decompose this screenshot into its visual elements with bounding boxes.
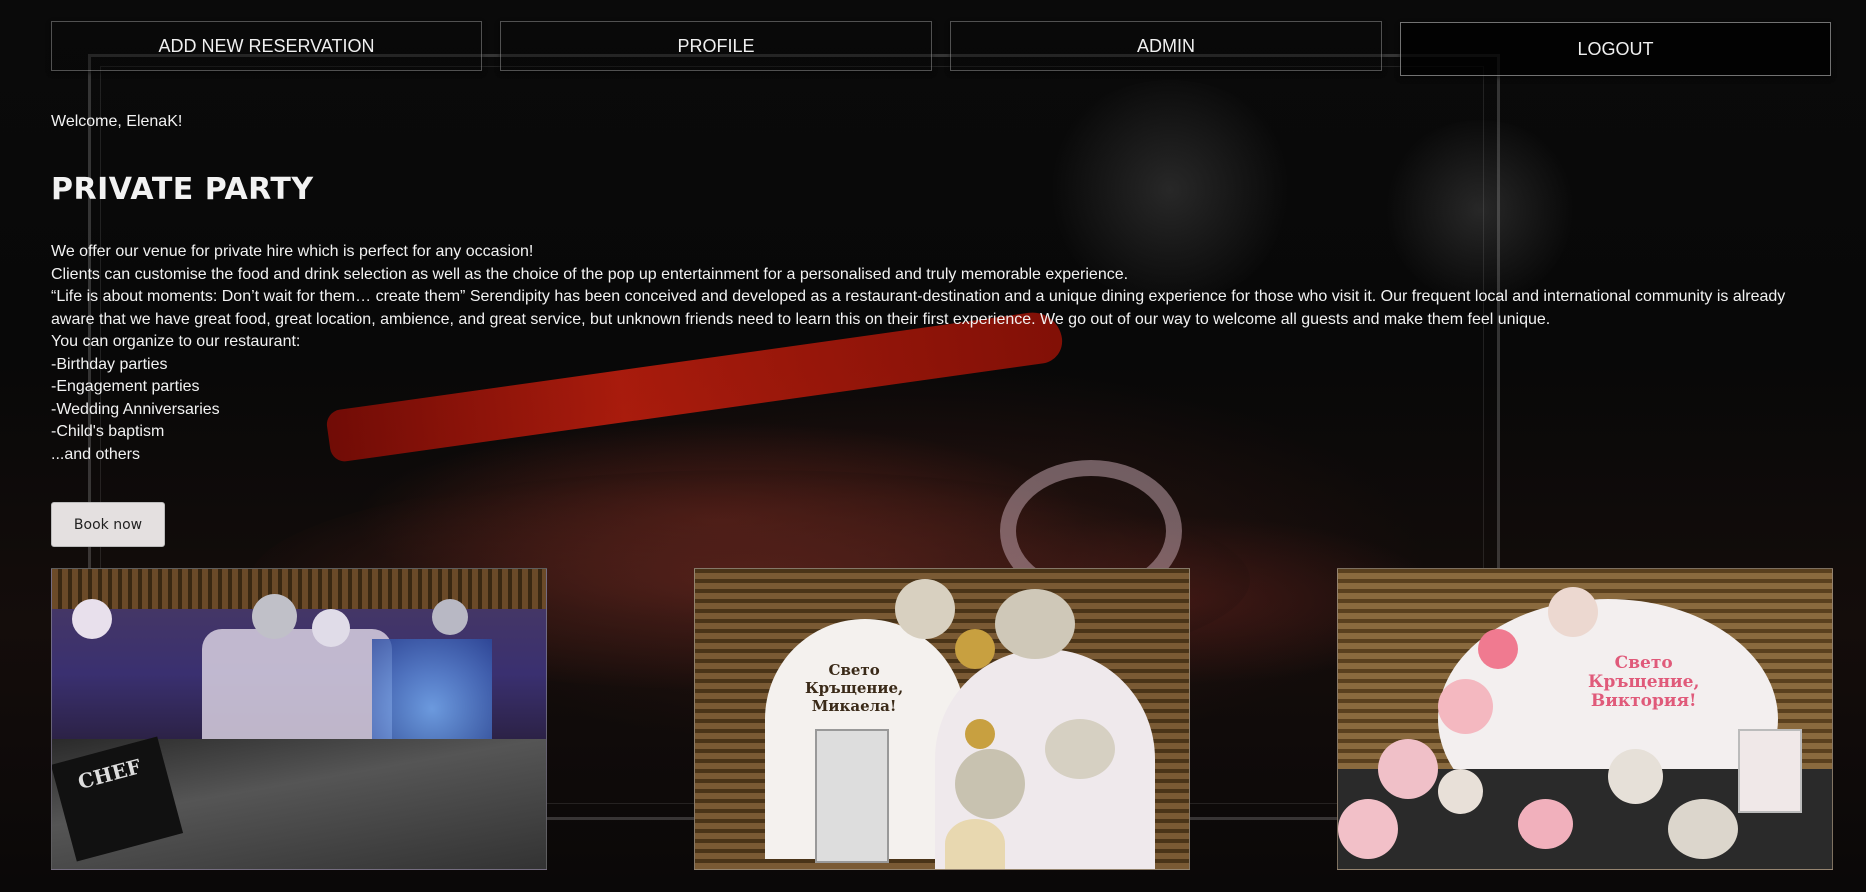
- wood-ceiling: [52, 569, 546, 609]
- party-photo-3: Свето Кръщение, Виктория!: [1337, 568, 1833, 870]
- balloon: [1438, 769, 1483, 814]
- backdrop-text: Свето Кръщение, Микаела!: [805, 661, 903, 715]
- page-title: PRIVATE PARTY: [51, 172, 314, 207]
- balloon: [1338, 799, 1398, 859]
- sign-line: Кръщение,: [1588, 672, 1700, 692]
- menu-card-text: CHEF: [75, 754, 144, 795]
- balloon: [1548, 587, 1598, 637]
- profile-button[interactable]: PROFILE: [500, 21, 932, 71]
- party-photo-2: Свето Кръщение, Микаела!: [694, 568, 1190, 870]
- list-item: ...and others: [51, 445, 140, 463]
- balloon: [1668, 799, 1738, 859]
- balloon: [1478, 629, 1518, 669]
- balloon: [312, 609, 350, 647]
- angel-figure: [945, 819, 1005, 869]
- balloon: [1518, 799, 1573, 849]
- gift-box: [1738, 729, 1802, 813]
- balloon: [1045, 719, 1115, 779]
- balloon: [1378, 739, 1438, 799]
- list-item: -Child's baptism: [51, 423, 165, 440]
- logout-button[interactable]: LOGOUT: [1400, 22, 1831, 76]
- sign-line: Свето: [1614, 653, 1673, 673]
- book-now-button[interactable]: Book now: [51, 502, 165, 547]
- balloon: [955, 749, 1025, 819]
- welcome-message: Welcome, ElenaK!: [51, 113, 183, 130]
- paragraph: “Life is about moments: Don’t wait for t…: [51, 288, 1786, 328]
- paragraph: You can organize to our restaurant:: [51, 333, 301, 350]
- admin-button[interactable]: ADMIN: [950, 21, 1382, 71]
- balloon: [72, 599, 112, 639]
- balloon: [895, 579, 955, 639]
- balloon: [252, 594, 297, 639]
- backdrop-text: Свето Кръщение, Виктория!: [1588, 654, 1699, 711]
- paragraph: Clients can customise the food and drink…: [51, 265, 1129, 283]
- balloon: [955, 629, 995, 669]
- list-item: -Wedding Anniversaries: [51, 400, 220, 418]
- add-reservation-button[interactable]: ADD NEW RESERVATION: [51, 21, 482, 71]
- list-item: -Birthday parties: [51, 355, 168, 373]
- balloon: [995, 589, 1075, 659]
- balloon: [432, 599, 468, 635]
- sign-line: Свето: [828, 661, 880, 679]
- sign-line: Виктория!: [1590, 691, 1697, 711]
- description: We offer our venue for private hire whic…: [51, 241, 1791, 466]
- gift-box: [815, 729, 889, 863]
- top-nav: ADD NEW RESERVATION PROFILE ADMIN LOGOUT: [51, 21, 1831, 76]
- paragraph: We offer our venue for private hire whic…: [51, 243, 534, 260]
- list-item: -Engagement parties: [51, 378, 200, 395]
- sign-line: Микаела!: [811, 697, 897, 715]
- balloon: [965, 719, 995, 749]
- sign-line: Кръщение,: [805, 679, 904, 697]
- balloon: [1438, 679, 1493, 734]
- party-photo-1: CHEF: [51, 568, 547, 870]
- balloon: [1608, 749, 1663, 804]
